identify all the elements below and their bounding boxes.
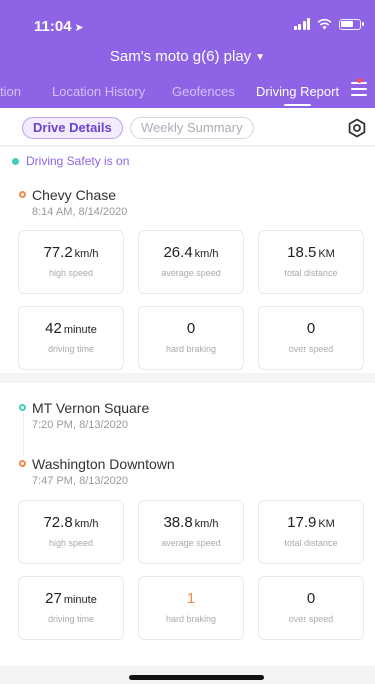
stat-value: 17.9 <box>287 514 317 531</box>
stat-value: 27 <box>45 590 62 607</box>
stat-driving-time: 42 minute driving time <box>18 306 124 370</box>
stat-unit: km/h <box>194 248 219 260</box>
stat-total-distance: 17.9 KM total distance <box>258 500 364 564</box>
notification-dot <box>357 78 362 83</box>
location-arrow-icon: ➤ <box>74 22 84 34</box>
stat-label: over speed <box>288 344 334 354</box>
route-connector <box>22 414 24 456</box>
trip-1-stats: 77.2 km/h high speed 26.4 km/h average speed… <box>18 230 367 370</box>
weekly-summary-tab[interactable]: Weekly Summary <box>130 117 254 139</box>
stop-time: 7:47 PM, 8/13/2020 <box>32 475 129 487</box>
stat-label: average speed <box>161 538 221 548</box>
status-dot-icon <box>12 158 19 165</box>
menu-icon[interactable] <box>351 78 367 96</box>
stat-unit: minute <box>63 324 97 336</box>
trip-1-stop: Chevy Chase 8:14 AM, 8/14/2020 <box>19 187 128 218</box>
stat-label: high speed <box>48 538 94 548</box>
stat-unit: km/h <box>74 518 99 530</box>
trip-2-end: Washington Downtown 7:47 PM, 8/13/2020 <box>19 456 175 487</box>
stat-value: 77.2 <box>43 244 73 261</box>
stat-label: total distance <box>284 538 338 548</box>
stat-over-speed: 0 over speed <box>258 576 364 640</box>
clock-text: 11:04 <box>34 18 72 35</box>
stat-unit: KM <box>318 518 335 530</box>
tab-driving-report[interactable]: Driving Report <box>256 84 339 106</box>
stat-driving-time: 27 minute driving time <box>18 576 124 640</box>
stat-label: driving time <box>47 614 94 624</box>
stat-value: 0 <box>306 590 316 607</box>
device-name: Sam's moto g(6) play <box>109 48 252 65</box>
app-header: 11:04 ➤ Sam's moto g(6) play ▼ tion Locati… <box>0 0 375 108</box>
home-indicator[interactable] <box>129 675 264 680</box>
stat-label: total distance <box>284 268 338 278</box>
top-tabs: tion Location History Geofences Driving … <box>0 78 375 106</box>
stat-label: driving time <box>47 344 94 354</box>
stat-value: 38.8 <box>163 514 193 531</box>
stat-label: average speed <box>161 268 221 278</box>
end-marker-icon <box>19 460 26 467</box>
report-subtabs: Drive Details Weekly Summary <box>0 108 375 146</box>
settings-gear-icon[interactable] <box>347 118 367 138</box>
stat-hard-braking: 0 hard braking <box>138 306 244 370</box>
stat-value: 42 <box>45 320 62 337</box>
stat-label: hard braking <box>165 344 217 354</box>
drive-details-tab[interactable]: Drive Details <box>22 117 123 139</box>
stop-time: 7:20 PM, 8/13/2020 <box>32 419 129 431</box>
stat-average-speed: 38.8 km/h average speed <box>138 500 244 564</box>
stop-name: MT Vernon Square <box>32 400 150 416</box>
stop-time: 8:14 AM, 8/14/2020 <box>32 206 128 218</box>
stat-unit: km/h <box>74 248 99 260</box>
trip-2-stats: 72.8 km/h high speed 38.8 km/h average speed… <box>18 500 367 640</box>
stat-over-speed: 0 over speed <box>258 306 364 370</box>
stat-average-speed: 26.4 km/h average speed <box>138 230 244 294</box>
stat-value: 0 <box>306 320 316 337</box>
stop-name: Washington Downtown <box>32 456 175 472</box>
status-indicators <box>293 18 364 30</box>
origin-marker-icon <box>19 191 26 198</box>
wifi-icon <box>317 19 332 30</box>
device-selector[interactable]: Sam's moto g(6) play ▼ <box>0 48 375 65</box>
safety-status: Driving Safety is on <box>12 154 129 168</box>
stat-unit: KM <box>318 248 335 260</box>
start-marker-icon <box>19 404 26 411</box>
stat-value: 0 <box>186 320 196 337</box>
stat-total-distance: 18.5 KM total distance <box>258 230 364 294</box>
stat-hard-braking: 1 hard braking <box>138 576 244 640</box>
stat-value: 26.4 <box>163 244 193 261</box>
stat-high-speed: 77.2 km/h high speed <box>18 230 124 294</box>
tab-geofences[interactable]: Geofences <box>172 84 235 99</box>
stop-name: Chevy Chase <box>32 187 117 203</box>
stat-label: high speed <box>48 268 94 278</box>
stat-unit: km/h <box>194 518 219 530</box>
stat-value: 72.8 <box>43 514 73 531</box>
stat-value: 18.5 <box>287 244 317 261</box>
tab-location-history[interactable]: Location History <box>52 84 145 99</box>
stat-value: 1 <box>186 590 196 607</box>
cellular-signal-icon <box>293 18 310 30</box>
trip-2-start: MT Vernon Square 7:20 PM, 8/13/2020 <box>19 400 150 431</box>
caret-down-icon: ▼ <box>255 52 266 63</box>
status-time: 11:04 ➤ <box>34 18 84 35</box>
stat-unit: minute <box>63 594 97 606</box>
safety-status-text: Driving Safety is on <box>26 154 130 168</box>
battery-icon <box>339 19 364 30</box>
tab-location-partial[interactable]: tion <box>0 84 21 99</box>
status-bar: 11:04 ➤ <box>0 0 375 36</box>
stat-label: over speed <box>288 614 334 624</box>
stat-high-speed: 72.8 km/h high speed <box>18 500 124 564</box>
stat-label: hard braking <box>165 614 217 624</box>
